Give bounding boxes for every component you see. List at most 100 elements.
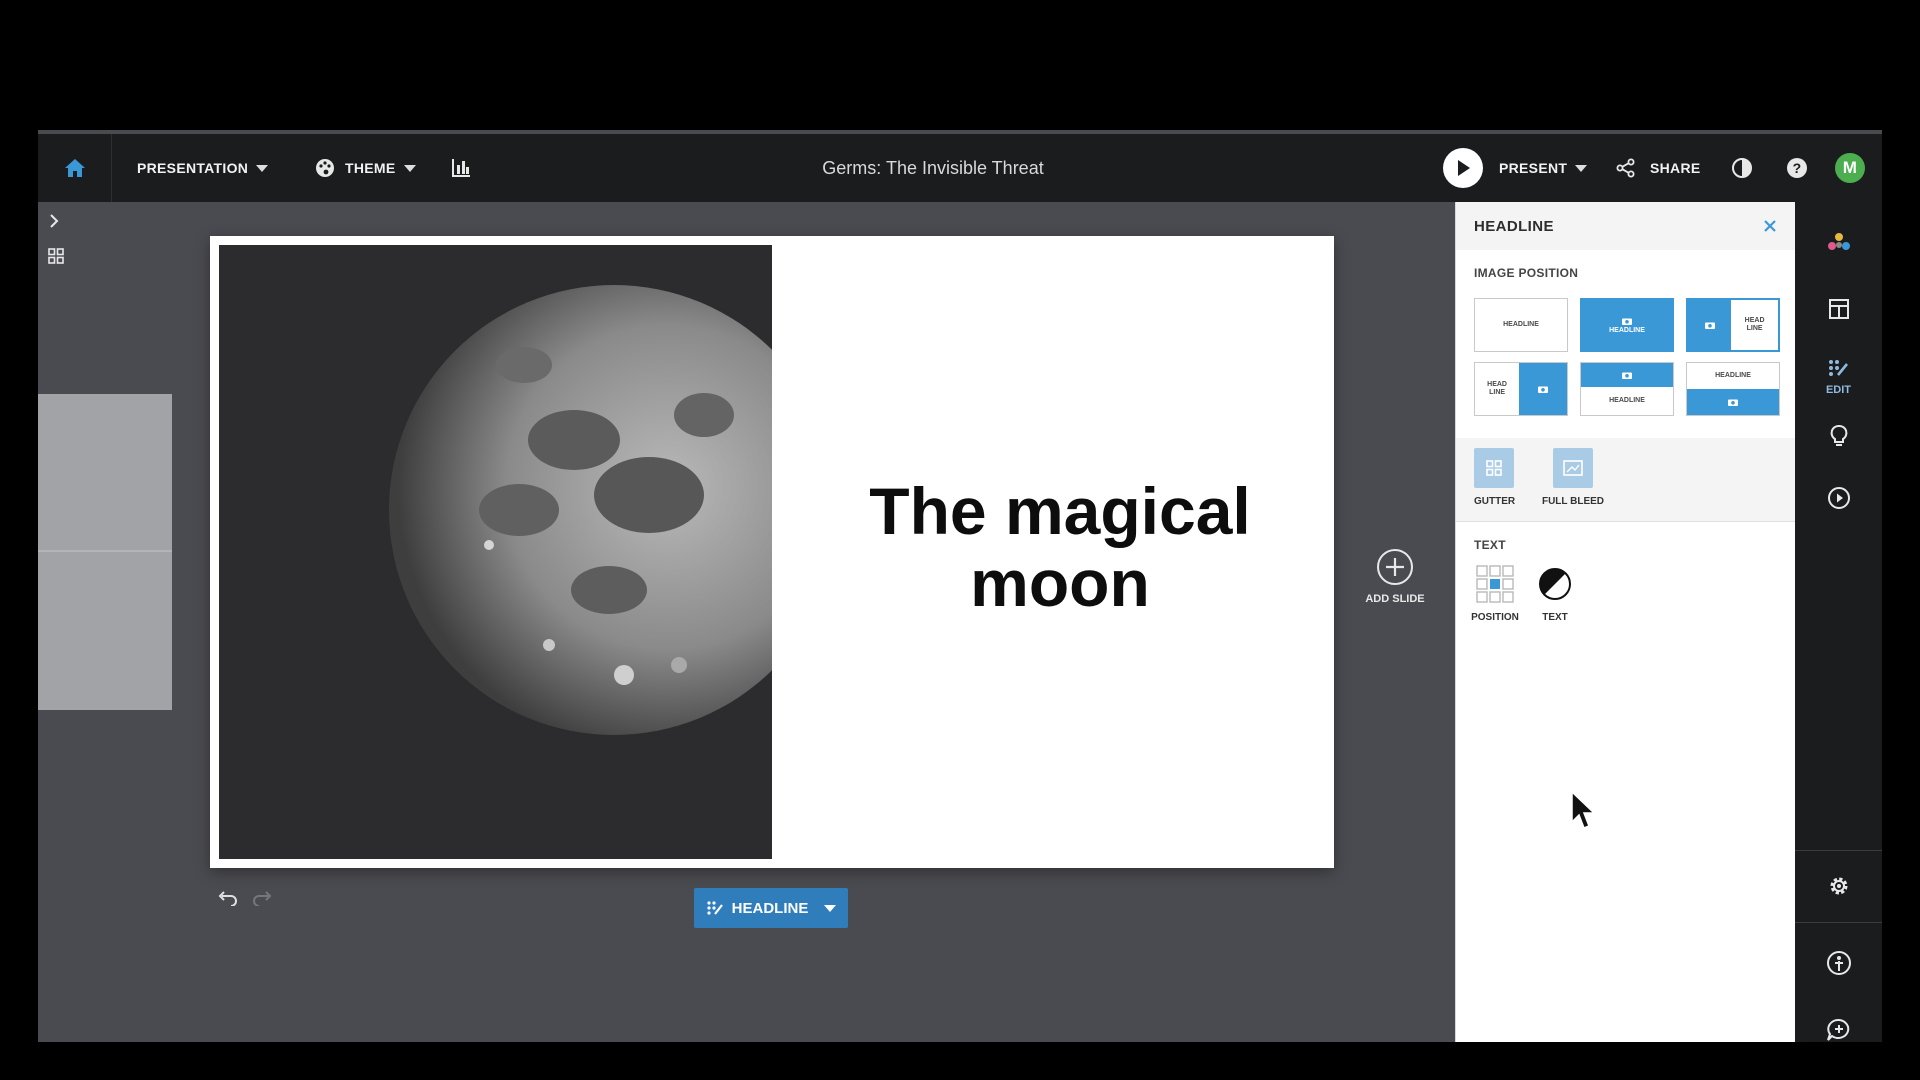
camera-icon [1622,318,1632,325]
layout-option-label: HEADLINE [1609,326,1645,334]
layout-option-label: HEADLINE [1487,381,1507,396]
help-icon: ? [1787,158,1807,178]
image-options-row: GUTTER FULL BLEED [1456,438,1795,522]
share-button[interactable]: SHARE [1616,134,1701,202]
share-icon [1616,158,1635,178]
edit-tool[interactable]: EDIT [1795,358,1882,396]
text-section-title: TEXT [1474,538,1506,552]
contrast-toggle[interactable] [1731,134,1753,202]
moon-image [219,245,772,859]
chevron-down-icon [824,904,837,912]
ideas-tool[interactable] [1795,424,1882,448]
lightbulb-icon [1830,425,1847,446]
layout-option-image-area: HEADLINE [1581,299,1673,351]
share-label: SHARE [1650,160,1701,176]
layout-option-label: HEADLINE [1715,372,1751,379]
edit-label: EDIT [1825,384,1852,396]
layout-option-image-top[interactable]: HEADLINE [1580,362,1674,416]
chevron-right-icon[interactable] [48,214,60,228]
redo-icon[interactable] [252,890,272,906]
animation-tool[interactable] [1795,486,1882,510]
add-slide-label: ADD SLIDE [1365,593,1425,605]
layout-option-image-bottom[interactable]: HEADLINE [1686,362,1780,416]
theme-menu[interactable]: THEME [315,134,416,202]
present-menu[interactable]: PRESENT [1443,134,1588,202]
full-bleed-option[interactable]: FULL BLEED [1534,448,1612,507]
layout-selector-button[interactable]: HEADLINE [694,888,848,928]
text-position-label: POSITION [1471,612,1519,623]
text-color-contrast-icon [1539,568,1571,600]
close-icon[interactable] [1763,219,1777,233]
bar-chart-icon [452,159,470,177]
undo-redo-group [218,890,272,906]
presentation-menu-label: PRESENTATION [137,160,249,176]
mouse-cursor-icon [1571,790,1596,829]
home-icon [64,159,85,177]
slide-thumbnail[interactable] [38,394,172,710]
layout-option-image-left[interactable]: HEAD LINE [1686,298,1780,352]
panel-header: HEADLINE [1456,202,1795,250]
help-button[interactable]: ? [1786,134,1808,202]
camera-icon [1728,399,1738,406]
accessibility-icon [1826,951,1851,975]
rail-divider [1795,850,1882,851]
camera-icon [1704,322,1715,329]
colors-tool[interactable] [1795,232,1882,254]
layout-tool[interactable] [1795,298,1882,320]
color-palette-icon [1827,233,1850,250]
image-position-title: IMAGE POSITION [1474,266,1579,280]
chevron-down-icon [403,164,416,172]
edit-layout-icon [1828,360,1848,376]
layout-option-image-right[interactable]: HEAD LINE [1474,362,1568,416]
comments-tool[interactable] [1795,1018,1882,1042]
layout-option-label: HEADLINE [1744,317,1765,332]
play-button[interactable] [1443,148,1483,188]
add-circle-icon [1377,549,1413,585]
text-color-option[interactable]: TEXT [1530,564,1580,623]
home-button[interactable] [38,134,112,202]
gear-icon [1830,877,1847,895]
camera-icon [1538,386,1549,393]
slide-canvas[interactable]: The magical moon [210,236,1334,868]
headline-settings-panel: HEADLINE IMAGE POSITION HEADLINE HEADLIN… [1455,202,1795,1042]
full-bleed-label: FULL BLEED [1541,496,1605,507]
contrast-icon [1732,158,1752,178]
table-layout-icon [1828,299,1849,319]
present-label: PRESENT [1499,160,1568,176]
layout-edit-icon [707,901,723,915]
add-slide-button[interactable]: ADD SLIDE [1360,548,1430,605]
presentation-menu[interactable]: PRESENTATION [137,134,269,202]
add-comment-icon [1826,1018,1849,1041]
user-menu[interactable]: M [1835,134,1865,202]
chevron-down-icon [256,164,269,172]
gutter-option[interactable]: GUTTER [1474,448,1516,507]
play-circle-icon [1827,487,1850,509]
layout-option-image-area [1581,363,1673,387]
accessibility-tool[interactable] [1795,950,1882,976]
camera-icon [1622,372,1632,379]
layout-option-image-area [1519,363,1567,415]
text-position-grid-icon [1476,565,1514,603]
analytics-button[interactable] [451,134,471,202]
layout-option-label: HEADLINE [1503,321,1539,328]
layout-option-text-only[interactable]: HEADLINE [1474,298,1568,352]
full-bleed-toggle[interactable] [1553,448,1593,488]
grid-icon [1486,460,1502,476]
grid-view-icon[interactable] [48,248,64,264]
slide-image[interactable] [219,245,772,859]
layout-option-image-area [1688,300,1732,350]
full-bleed-icon [1563,460,1583,476]
slide-headline[interactable]: The magical moon [830,236,1290,868]
layout-option-background-image[interactable]: HEADLINE [1580,298,1674,352]
avatar[interactable]: M [1835,153,1865,183]
layout-option-image-area [1687,389,1779,415]
text-position-option[interactable]: POSITION [1470,564,1520,623]
theme-menu-label: THEME [345,160,396,176]
settings-tool[interactable] [1795,874,1882,898]
chevron-down-icon [1575,164,1588,172]
panel-title: HEADLINE [1474,217,1554,235]
gutter-toggle[interactable] [1474,448,1514,488]
gutter-label: GUTTER [1474,496,1516,507]
thumbnail-divider [38,550,172,552]
undo-icon[interactable] [218,890,238,906]
